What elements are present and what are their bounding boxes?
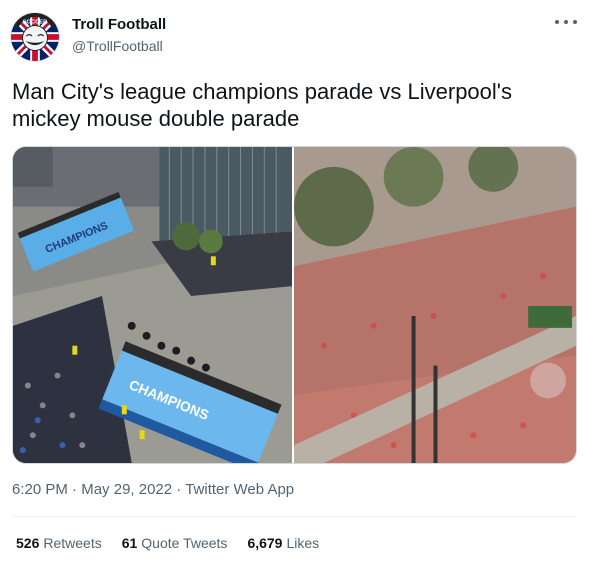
city-parade-photo: CHAMPIONS CHAMPIONS (13, 147, 292, 463)
liverpool-parade-photo (294, 147, 576, 463)
svg-text:SOCCER: SOCCER (23, 20, 48, 26)
troll-face-badge-icon: SOCCER (11, 13, 59, 61)
tweet-text: Man City's league champions parade vs Li… (12, 79, 512, 131)
quote-tweets-stat[interactable]: 61 Quote Tweets (122, 535, 228, 551)
dot (573, 20, 577, 24)
tweet-card: SOCCER Troll Football @TrollFootball Man… (0, 0, 595, 568)
quote-tweets-count: 61 (121, 535, 138, 551)
tweet-source[interactable]: Twitter Web App (185, 481, 294, 498)
divider (12, 516, 577, 517)
tweet-timestamp[interactable]: 6:20 PM · May 29, 2022 · Twitter Web App (12, 481, 294, 498)
media-image-city-parade[interactable]: CHAMPIONS CHAMPIONS (13, 147, 294, 463)
tweet-stats: 526 Retweets 61 Quote Tweets 6,679 Likes (16, 535, 319, 551)
retweets-stat[interactable]: 526 Retweets (16, 535, 102, 551)
tweet-media[interactable]: CHAMPIONS CHAMPIONS (12, 146, 577, 464)
author-display-name[interactable]: Troll Football (72, 16, 166, 33)
tweet-date[interactable]: May 29, 2022 (81, 481, 172, 498)
quote-tweets-label: Quote Tweets (141, 535, 228, 551)
dot (555, 20, 559, 24)
media-image-liverpool-parade[interactable] (294, 147, 576, 463)
more-options-icon[interactable] (555, 14, 577, 30)
author-handle[interactable]: @TrollFootball (72, 38, 163, 54)
dot (564, 20, 568, 24)
author-avatar[interactable]: SOCCER (10, 12, 60, 62)
likes-count: 6,679 (247, 535, 283, 551)
retweets-label: Retweets (43, 535, 102, 551)
retweets-count: 526 (16, 535, 40, 551)
likes-label: Likes (286, 535, 320, 551)
likes-stat[interactable]: 6,679 Likes (247, 535, 319, 551)
tweet-time[interactable]: 6:20 PM (12, 481, 68, 498)
